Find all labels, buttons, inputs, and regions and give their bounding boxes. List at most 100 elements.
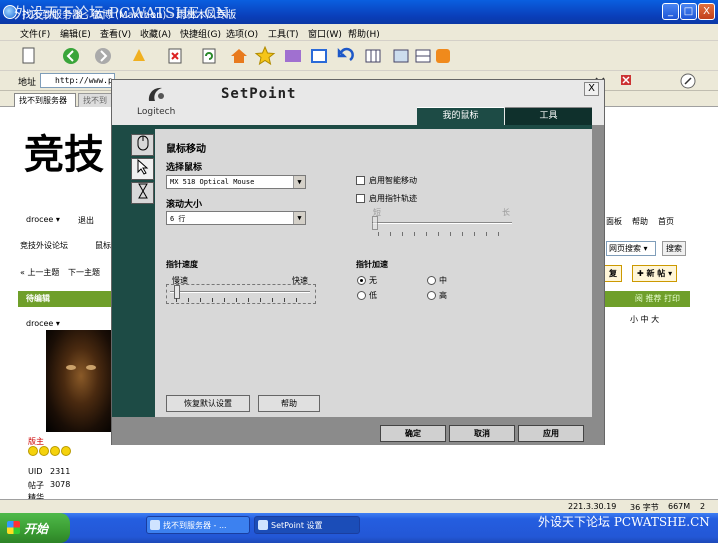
menu-view[interactable]: 查看(V) [100,27,131,40]
prev-topic-link[interactable]: « 上一主题 [20,267,59,278]
address-label: 地址 [18,78,37,88]
favorites-star-icon[interactable] [254,45,276,67]
speed-slider-thumb[interactable] [174,285,181,299]
user-link[interactable]: drocee ▾ [26,215,60,224]
menu-favorites[interactable]: 收藏(A) [140,27,171,40]
menu-options[interactable]: 选项(O) [226,27,258,40]
start-button[interactable]: 开始 [0,513,70,543]
next-topic-link[interactable]: 下一主题 [68,267,100,278]
speed-slider-ticks [176,298,308,302]
trail-slider-thumb[interactable] [372,216,378,230]
avatar [46,330,116,432]
user-name: drocee [26,215,54,224]
accel-low-label: 低 [369,291,377,300]
home-icon[interactable] [228,45,250,67]
cancel-button[interactable]: 取消 [449,425,515,442]
font-size-links[interactable]: 小 中 大 [630,314,659,325]
logitech-logo-icon [148,87,164,101]
restore-defaults-button[interactable]: 恢复默认设置 [166,395,250,412]
maximize-button[interactable]: □ [680,3,697,20]
logout-link[interactable]: 退出 [78,215,94,226]
accel-high-radio[interactable] [427,291,436,300]
start-label: 开始 [24,522,49,536]
translate-icon[interactable] [282,45,304,67]
accel-medium-radio[interactable] [427,276,436,285]
stop-icon[interactable] [164,45,186,67]
chevron-down-icon: ▼ [293,176,305,188]
minimize-button[interactable]: _ [662,3,679,20]
menu-window[interactable]: 窗口(W) [308,27,342,40]
pointer-speed-label: 指针速度 [166,260,198,269]
poster-name[interactable]: drocee ▾ [26,319,60,328]
trail-long-label: 长 [502,208,510,217]
breadcrumb[interactable]: 鼠标 [95,240,111,251]
accel-none-label: 无 [369,276,377,285]
back-icon[interactable] [60,45,82,67]
new-page-icon[interactable] [18,45,40,67]
setpoint-right-edge [592,125,604,417]
menu-file[interactable]: 文件(F) [20,27,50,40]
forum-link[interactable]: 竞技外设论坛 [20,240,68,251]
search-button[interactable]: 搜索 [662,241,686,256]
tile-icon[interactable] [412,45,434,67]
refresh-icon[interactable] [198,45,220,67]
sidebar-icon[interactable] [390,45,412,67]
menu-groups[interactable]: 快捷组(G) [180,27,221,40]
status-ip: 221.3.30.19 [568,502,617,511]
close-button[interactable]: X [698,3,715,20]
menu-help[interactable]: 帮助(H) [348,27,380,40]
tab-inactive[interactable]: 找不到 [78,93,114,107]
forward-icon[interactable] [92,45,114,67]
poster-name-text: drocee [26,319,54,328]
rank-icons [28,446,74,456]
watermark: 外设天下论坛 PCWATSHE.CN [14,4,229,22]
smart-move-checkbox[interactable] [356,176,365,185]
tab-active[interactable]: 找不到服务器 [14,93,76,107]
new-post-button[interactable]: ✚ 新 帖 ▾ [632,265,678,282]
scroll-select[interactable]: 6 行 ▼ [166,211,306,225]
address-input[interactable]: http://www.pcw [40,73,115,88]
pointer-trail-label: 启用指针轨迹 [369,194,417,203]
mouse-select[interactable]: MX 518 Optical Mouse ▼ [166,175,306,189]
mouse-buttons-tab[interactable] [131,134,154,156]
control-panel-link[interactable]: 面板 [606,216,622,227]
rss-icon[interactable] [432,45,454,67]
taskbar-watermark: 外设天下论坛 PCWATSHE.CN [538,515,710,529]
ok-button[interactable]: 确定 [380,425,446,442]
post-actions[interactable]: 阅 推荐 打印 [635,293,680,304]
post-header-left: 待编辑 [26,294,50,303]
smile-icon [61,446,71,456]
section-title: 鼠标移动 [166,144,206,155]
menu-edit[interactable]: 编辑(E) [60,27,91,40]
tab-my-mouse[interactable]: 我的鼠标 [417,107,504,125]
posts-value: 3078 [50,480,71,489]
pointer-trail-checkbox[interactable] [356,194,365,203]
accel-low-radio[interactable] [357,291,366,300]
help-link[interactable]: 帮助 [632,216,648,227]
accel-none-radio[interactable] [357,276,366,285]
setpoint-close-button[interactable]: X [584,82,599,96]
search-type-select[interactable]: 网页搜索 ▾ [606,241,656,256]
site-logo: 竞技 [24,131,104,178]
menu-tools[interactable]: 工具(T) [268,27,299,40]
pointer-movement-tab[interactable] [131,158,154,180]
undo-icon[interactable] [334,45,356,67]
panel-help-button[interactable]: 帮助 [258,395,320,412]
taskbar-setpoint[interactable]: SetPoint 设置 [254,516,360,534]
mouse-select-value: MX 518 Optical Mouse [170,178,255,186]
reply-button[interactable]: 复 [604,265,622,282]
uid-label: UID [28,467,43,476]
home-link[interactable]: 首页 [658,216,674,227]
close-tab-icon[interactable] [620,74,632,86]
pointer-icon [137,158,148,175]
tab-tools[interactable]: 工具 [505,107,592,125]
accel-medium-label: 中 [439,276,447,285]
mouse-icon [137,135,148,151]
apply-button[interactable]: 应用 [518,425,584,442]
columns-icon[interactable] [362,45,384,67]
move-icon[interactable] [128,45,150,67]
pointer-scheme-tab[interactable] [131,182,154,204]
setpoint-brand: Logitech [137,107,176,117]
taskbar-browser[interactable]: 找不到服务器 - ... [146,516,250,534]
window-icon[interactable] [308,45,330,67]
